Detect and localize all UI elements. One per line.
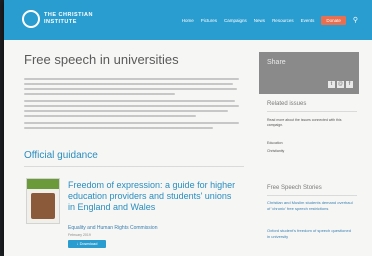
related-issues-heading: Related issues [267,101,307,107]
related-issues-text: Read more about the issues connected wit… [267,118,342,127]
body-paragraph [24,100,239,120]
nav-resources[interactable]: Resources [272,18,294,23]
download-icon: ↓ [76,241,79,246]
share-label: Share [267,59,286,66]
guidance-intro-paragraph [24,122,239,132]
site-header: THE CHRISTIAN INSTITUTE Home Pictures Ca… [4,0,372,40]
divider [24,166,244,167]
page-title: Free speech in universities [24,52,179,67]
search-icon[interactable]: ⚲ [353,17,358,24]
share-panel: Share t @ f [259,52,359,94]
donate-button[interactable]: Donate [321,16,346,25]
logo-icon[interactable] [22,10,40,28]
nav-pictures[interactable]: Pictures [201,18,217,23]
logo-line-1: THE CHRISTIAN [44,12,93,18]
main-nav: Home Pictures Campaigns News Resources E… [182,16,358,25]
divider [267,111,357,112]
related-item-education[interactable]: Education [267,141,283,145]
guidance-heading: Official guidance [24,150,98,161]
free-speech-stories-heading: Free Speech Stories [267,185,322,191]
download-button[interactable]: ↓ Download [68,240,106,248]
site-logo[interactable]: THE CHRISTIAN INSTITUTE [44,12,93,26]
divider [267,195,357,196]
intro-paragraph [24,78,239,98]
nav-news[interactable]: News [254,18,265,23]
document-publisher: Equality and Human Rights Commission [68,225,158,231]
nav-home[interactable]: Home [182,18,194,23]
logo-line-2: INSTITUTE [44,19,77,25]
share-icons: t @ f [328,81,353,88]
email-icon[interactable]: @ [337,81,344,88]
document-cover-image[interactable] [26,178,60,224]
document-date: February 2019 [68,233,91,237]
story-link[interactable]: Oxford student's freedom of speech quest… [267,228,355,239]
document-title-link[interactable]: Freedom of expression: a guide for highe… [68,180,240,213]
nav-events[interactable]: Events [301,18,315,23]
nav-campaigns[interactable]: Campaigns [224,18,247,23]
download-label: Download [79,241,98,246]
web-page: THE CHRISTIAN INSTITUTE Home Pictures Ca… [4,0,372,256]
story-link[interactable]: Christian and Muslim students demand ove… [267,200,355,211]
facebook-icon[interactable]: f [346,81,353,88]
twitter-icon[interactable]: t [328,81,335,88]
related-item-christianity[interactable]: Christianity [267,149,284,153]
